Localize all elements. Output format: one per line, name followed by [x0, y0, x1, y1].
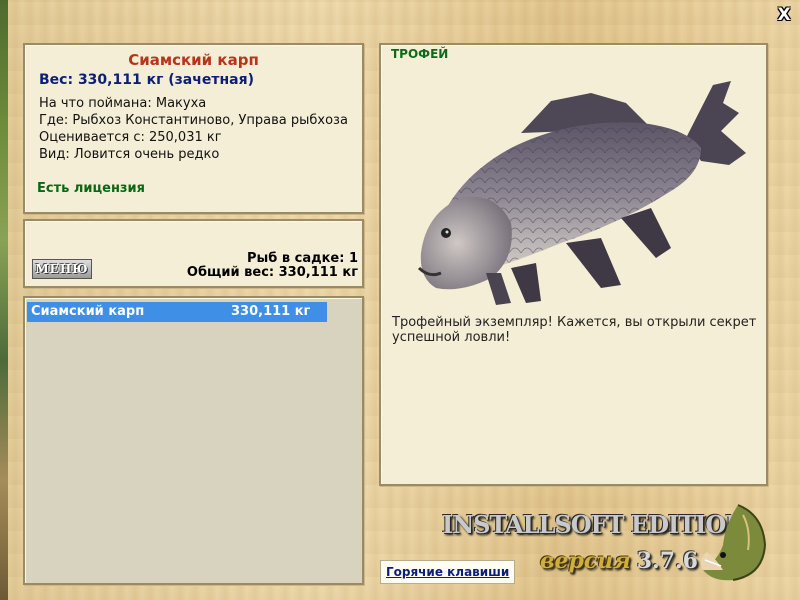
version-word: версия: [540, 548, 631, 574]
siamese-carp-image: [417, 81, 746, 305]
list-item-name: Сиамский карп: [31, 304, 145, 319]
cage-panel: МЕНЮ Рыб в садке: 1 Общий вес: 330,111 к…: [23, 219, 364, 288]
list-item-weight: 330,111 кг: [231, 304, 311, 319]
close-button[interactable]: X: [774, 5, 794, 25]
version-label: версия 3.7.6: [540, 548, 698, 574]
version-number: 3.7.6: [636, 548, 698, 574]
fish-weight: Вес: 330,111 кг (зачетная): [39, 72, 254, 88]
bait-info: На что поймана: Макуха: [39, 96, 207, 111]
cage-fish-count: Рыб в садке: 1: [246, 251, 358, 266]
location-info: Где: Рыбхоз Константиново, Управа рыбхоз…: [39, 113, 348, 128]
fish-info-panel: Сиамский карп Вес: 330,111 кг (зачетная)…: [23, 43, 364, 214]
license-status: Есть лицензия: [37, 181, 145, 196]
pike-logo: [700, 504, 767, 581]
scenery-strip: [0, 0, 8, 600]
cage-total-weight: Общий вес: 330,111 кг: [186, 265, 358, 280]
catch-list: Сиамский карп 330,111 кг: [23, 296, 364, 585]
fish-name-title: Сиамский карп: [128, 51, 259, 69]
trophy-message: Трофейный экземпляр! Кажется, вы открыли…: [392, 315, 757, 345]
hotkeys-button[interactable]: Горячие клавиши: [380, 560, 516, 584]
rarity-info: Вид: Ловится очень редко: [39, 147, 220, 162]
list-item[interactable]: Сиамский карп 330,111 кг: [27, 302, 327, 322]
trophy-label: ТРОФЕЙ: [391, 47, 449, 61]
scored-from-info: Оценивается с: 250,031 кг: [39, 130, 222, 145]
menu-button[interactable]: МЕНЮ: [32, 259, 92, 279]
trophy-panel: ТРОФЕЙ Трофейный экземпляр! Кажется, вы …: [379, 43, 768, 486]
